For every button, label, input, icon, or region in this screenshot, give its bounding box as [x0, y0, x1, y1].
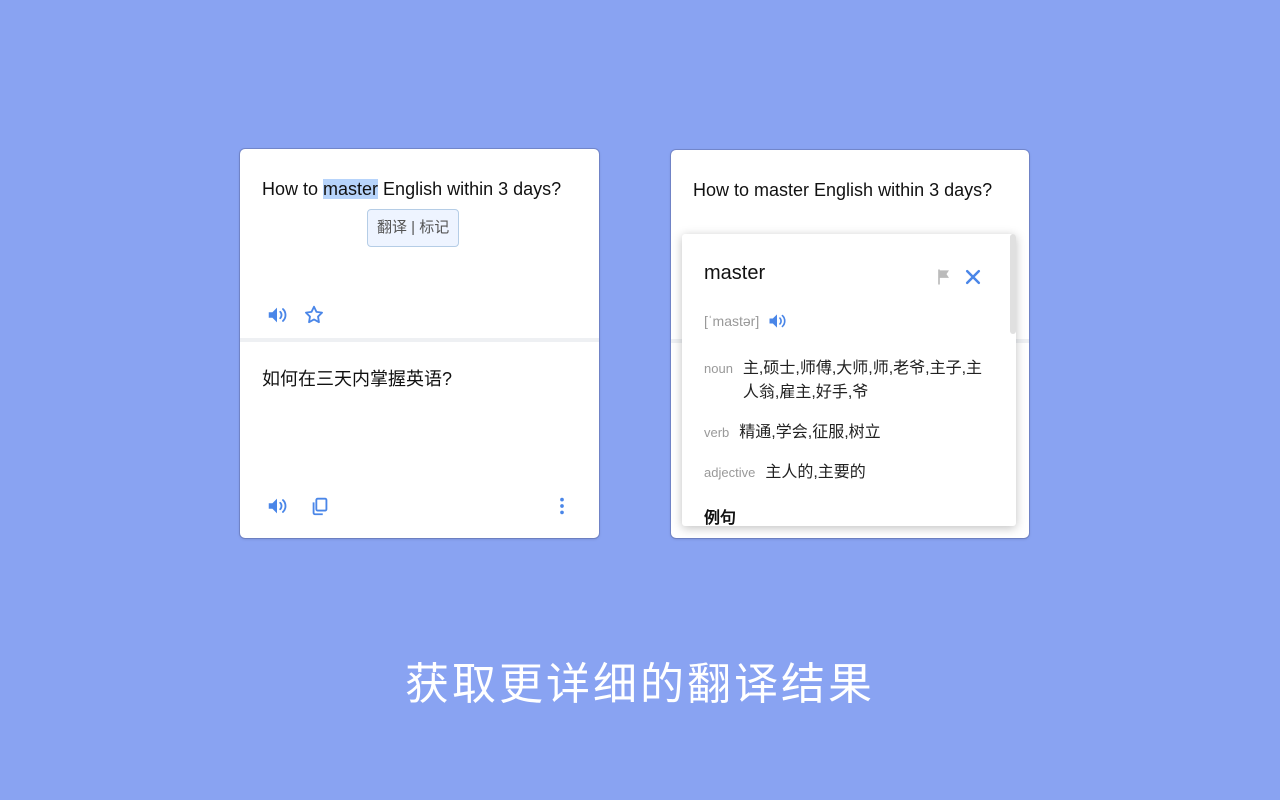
section-divider	[240, 338, 599, 342]
definition-meaning: 精通,学会,征服,树立	[739, 424, 881, 441]
copy-icon[interactable]	[309, 495, 331, 517]
part-of-speech: verb	[704, 425, 730, 440]
more-options-icon[interactable]	[551, 495, 573, 517]
highlighted-word[interactable]: master	[323, 179, 379, 199]
definition-row: noun 主,硕士,师傅,大师,师,老爷,主子,主人翁,雇主,好手,爷	[704, 357, 983, 405]
close-icon[interactable]	[963, 267, 983, 287]
translation-card-with-dictionary: How to master English within 3 days? mas…	[671, 150, 1029, 538]
phonetic-text: [ˈmastər]	[704, 313, 760, 329]
speaker-icon[interactable]	[266, 495, 288, 517]
dictionary-popup: master [ˈmastər] noun 主,硕士,师傅,大师,师,老爷,主子…	[682, 234, 1016, 526]
dictionary-word: master	[704, 262, 766, 284]
part-of-speech: noun	[704, 361, 733, 376]
source-text[interactable]: How to master English within 3 days?	[262, 174, 572, 204]
source-text[interactable]: How to master English within 3 days?	[693, 175, 1003, 205]
definition-meaning: 主,硕士,师傅,大师,师,老爷,主子,主人翁,雇主,好手,爷	[742, 360, 983, 401]
star-icon[interactable]	[303, 304, 325, 326]
source-text-before: How to	[262, 179, 324, 199]
definition-meaning: 主人的,主要的	[765, 464, 866, 481]
scrollbar[interactable]	[1010, 234, 1016, 334]
translation-text: 如何在三天内掌握英语?	[262, 369, 453, 389]
definition-row: verb 精通,学会,征服,树立	[704, 421, 881, 445]
source-text-after: English within 3 days?	[378, 179, 562, 199]
part-of-speech: adjective	[704, 465, 756, 480]
flag-icon[interactable]	[934, 267, 954, 287]
example-heading: 例句	[704, 510, 737, 526]
translate-mark-tooltip[interactable]: 翻译 | 标记	[367, 209, 460, 247]
definition-row: adjective 主人的,主要的	[704, 461, 866, 485]
speaker-icon[interactable]	[767, 311, 787, 331]
phonetic: [ˈmastər]	[704, 313, 759, 329]
caption: 获取更详细的翻译结果	[405, 660, 875, 709]
speaker-icon[interactable]	[266, 304, 288, 326]
translation-card: How to master English within 3 days? 翻译 …	[240, 149, 599, 538]
